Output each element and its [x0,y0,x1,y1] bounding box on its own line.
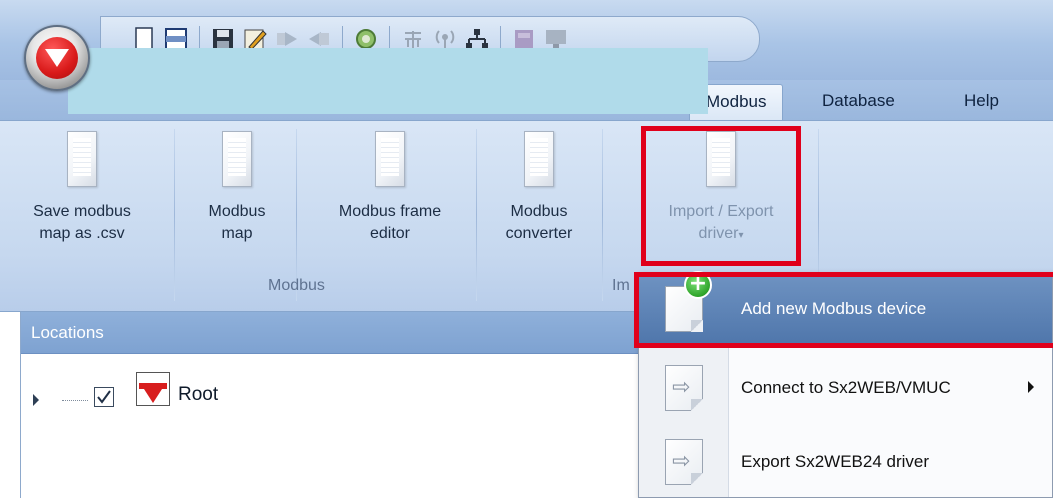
document-icon [524,131,554,187]
menu-item-add-new-modbus-device[interactable]: + Add new Modbus device [639,271,1052,345]
tab-help[interactable]: Help [948,84,1015,120]
ribbon-separator [296,129,297,301]
modbus-frame-editor-label-1: Modbus frame [338,203,442,220]
menu-item-connect-label: Connect to Sx2WEB/VMUC [741,378,951,397]
modbus-frame-editor-label-2: editor [369,225,411,242]
tab-database[interactable]: Database [806,84,911,120]
import-export-label-2: driver▾ [698,225,744,242]
tree-row-root[interactable] [68,48,708,114]
tree-connector [62,400,88,401]
import-export-driver-button[interactable]: Import / Export driver▾ [646,131,796,247]
modbus-map-button[interactable]: Modbus map [194,131,280,245]
save-modbus-map-button[interactable]: Save modbus map as .csv [10,131,154,245]
modbus-frame-editor-button[interactable]: Modbus frame editor [306,131,474,245]
app-orb-icon[interactable] [24,25,90,91]
carlo-gavazzi-logo-icon [136,372,170,406]
ribbon-group-modbus-label: Modbus [268,277,325,294]
modbus-map-label-2: map [221,225,253,242]
root-label: Root [178,384,219,405]
document-icon [706,131,736,187]
modbus-converter-button[interactable]: Modbus converter [484,131,594,245]
ribbon-separator [476,129,477,301]
locations-header: Locations [21,312,720,354]
root-checkbox[interactable] [94,387,114,407]
modbus-converter-label-2: converter [505,225,573,242]
document-icon [222,131,252,187]
locations-pane: Locations [20,312,720,498]
import-export-label-1: Import / Export [668,203,774,220]
ribbon-group-import-label: Im [612,277,630,294]
save-modbus-map-label-2: map as .csv [39,225,125,242]
menu-item-connect-sx2web[interactable]: ⇨ Connect to Sx2WEB/VMUC [639,351,1052,425]
modbus-map-label-1: Modbus [208,203,266,220]
tree-expand-icon[interactable] [33,394,39,406]
menu-item-add-label: Add new Modbus device [741,299,927,318]
dropdown-caret-icon: ▾ [738,230,744,241]
document-icon [375,131,405,187]
submenu-arrow-icon [1028,381,1034,393]
document-icon [67,131,97,187]
ribbon-separator [602,129,603,301]
menu-item-export-sx2web24-driver[interactable]: ⇨ Export Sx2WEB24 driver [639,427,1052,497]
ribbon-separator [174,129,175,301]
import-export-dropdown-menu: + Add new Modbus device ⇨ Connect to Sx2… [638,271,1053,498]
save-modbus-map-label-1: Save modbus [33,203,131,220]
export-icon: ⇨ [639,439,729,485]
add-device-icon: + [639,271,729,332]
modbus-converter-label-1: Modbus [510,203,568,220]
connect-icon: ⇨ [639,365,729,411]
menu-item-export-label: Export Sx2WEB24 driver [741,452,930,471]
